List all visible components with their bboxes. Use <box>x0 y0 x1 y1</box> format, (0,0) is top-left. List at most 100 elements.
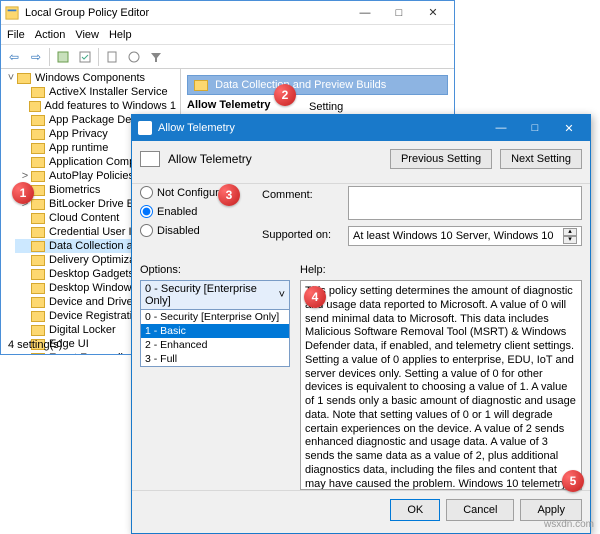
next-setting-button[interactable]: Next Setting <box>500 149 582 169</box>
details-header: Data Collection and Preview Builds <box>187 75 448 95</box>
radio-input[interactable] <box>140 224 153 237</box>
tree-root[interactable]: ˅ Windows Components <box>1 71 180 85</box>
menubar: File Action View Help <box>1 25 454 45</box>
forward-button[interactable]: ⇨ <box>27 48 45 66</box>
supported-field: At least Windows 10 Server, Windows 10 ▴… <box>348 226 582 246</box>
app-icon <box>5 6 19 20</box>
folder-icon <box>31 283 45 294</box>
dropdown-item[interactable]: 3 - Full <box>141 352 289 366</box>
maximize-button[interactable]: □ <box>382 2 416 24</box>
statusbar: 4 setting(s) <box>2 337 68 355</box>
menu-view[interactable]: View <box>75 29 99 41</box>
help-text[interactable]: This policy setting determines the amoun… <box>300 280 582 490</box>
close-button[interactable]: ✕ <box>554 118 584 138</box>
previous-setting-button[interactable]: Previous Setting <box>390 149 492 169</box>
folder-icon <box>31 115 45 126</box>
details-title: Data Collection and Preview Builds <box>215 79 386 91</box>
folder-icon <box>31 171 45 182</box>
tree-label: AutoPlay Policies <box>49 170 134 182</box>
comment-label: Comment: <box>262 186 342 220</box>
tree-label: App Privacy <box>49 128 108 140</box>
spin-control[interactable]: ▴▾ <box>563 228 577 244</box>
folder-icon <box>31 157 45 168</box>
callout-badge-2: 2 <box>274 84 296 106</box>
dialog-title: Allow Telemetry <box>158 122 486 134</box>
folder-icon <box>31 129 45 140</box>
folder-icon <box>31 241 45 252</box>
ok-button[interactable]: OK <box>390 499 440 521</box>
folder-icon <box>31 325 45 336</box>
menu-file[interactable]: File <box>7 29 25 41</box>
watermark: wsxdn.com <box>544 519 594 530</box>
folder-icon <box>31 297 45 308</box>
main-titlebar: Local Group Policy Editor — □ ✕ <box>1 1 454 25</box>
help-paragraph: This policy setting determines the amoun… <box>305 285 577 490</box>
tree-label: ActiveX Installer Service <box>49 86 168 98</box>
dropdown-item[interactable]: 2 - Enhanced <box>141 338 289 352</box>
tree-label: Cloud Content <box>49 212 119 224</box>
tree-label: App runtime <box>49 142 108 154</box>
toolbar-icon[interactable] <box>103 48 121 66</box>
policy-icon <box>140 151 160 167</box>
radio-label: Enabled <box>157 206 197 218</box>
collapse-icon[interactable]: ˅ <box>5 72 17 84</box>
radio-input[interactable] <box>140 186 153 199</box>
cancel-button[interactable]: Cancel <box>446 499 514 521</box>
filter-icon[interactable] <box>147 48 165 66</box>
menu-action[interactable]: Action <box>35 29 66 41</box>
chevron-down-icon: ˅ <box>279 289 285 301</box>
back-button[interactable]: ⇦ <box>5 48 23 66</box>
folder-icon <box>194 80 208 91</box>
callout-badge-1: 1 <box>12 182 34 204</box>
policy-header: Allow Telemetry <box>168 152 382 166</box>
dialog-icon <box>138 121 152 135</box>
folder-icon <box>31 227 45 238</box>
options-label: Options: <box>140 264 290 276</box>
maximize-button[interactable]: □ <box>520 118 550 138</box>
tree-label: Add features to Windows 1 <box>45 100 176 112</box>
toolbar-icon[interactable] <box>54 48 72 66</box>
folder-icon <box>31 311 45 322</box>
folder-icon <box>31 143 45 154</box>
folder-icon <box>31 255 45 266</box>
tree-label: Desktop Gadgets <box>49 268 134 280</box>
callout-badge-4: 4 <box>304 286 326 308</box>
folder-icon <box>31 199 45 210</box>
separator <box>98 48 99 66</box>
options-dropdown[interactable]: 0 - Security [Enterprise Only] ˅ 0 - Sec… <box>140 280 290 367</box>
separator <box>49 48 50 66</box>
folder-icon <box>31 269 45 280</box>
tree-label: Digital Locker <box>49 324 116 336</box>
folder-icon <box>31 213 45 224</box>
supported-value: At least Windows 10 Server, Windows 10 <box>353 230 554 242</box>
expand-icon[interactable]: > <box>19 170 31 182</box>
dropdown-item[interactable]: 0 - Security [Enterprise Only] <box>141 310 289 324</box>
radio-option[interactable]: Enabled <box>140 205 250 218</box>
comment-field[interactable] <box>348 186 582 220</box>
folder-icon <box>29 101 41 112</box>
selected-policy-name: Allow Telemetry <box>187 99 271 111</box>
apply-button[interactable]: Apply <box>520 499 582 521</box>
toolbar-icon[interactable] <box>76 48 94 66</box>
menu-help[interactable]: Help <box>109 29 132 41</box>
folder-icon <box>31 87 45 98</box>
minimize-button[interactable]: — <box>348 2 382 24</box>
dialog-titlebar: Allow Telemetry — □ ✕ <box>132 115 590 141</box>
toolbar-icon[interactable] <box>125 48 143 66</box>
tree-label: Windows Components <box>35 72 145 84</box>
radio-option[interactable]: Disabled <box>140 224 250 237</box>
radio-label: Disabled <box>157 225 200 237</box>
policy-dialog: Allow Telemetry — □ ✕ Allow Telemetry Pr… <box>131 114 591 534</box>
help-label: Help: <box>300 264 582 276</box>
tree-label: Biometrics <box>49 184 100 196</box>
dropdown-selected: 0 - Security [Enterprise Only] <box>145 283 279 307</box>
tree-item[interactable]: Add features to Windows 1 <box>15 99 180 113</box>
folder-icon <box>17 73 31 84</box>
radio-input[interactable] <box>140 205 153 218</box>
minimize-button[interactable]: — <box>486 118 516 138</box>
toolbar: ⇦ ⇨ <box>1 45 454 69</box>
tree-item[interactable]: ActiveX Installer Service <box>15 85 180 99</box>
close-button[interactable]: ✕ <box>416 2 450 24</box>
dropdown-item[interactable]: 1 - Basic <box>141 324 289 338</box>
main-title: Local Group Policy Editor <box>25 7 348 19</box>
